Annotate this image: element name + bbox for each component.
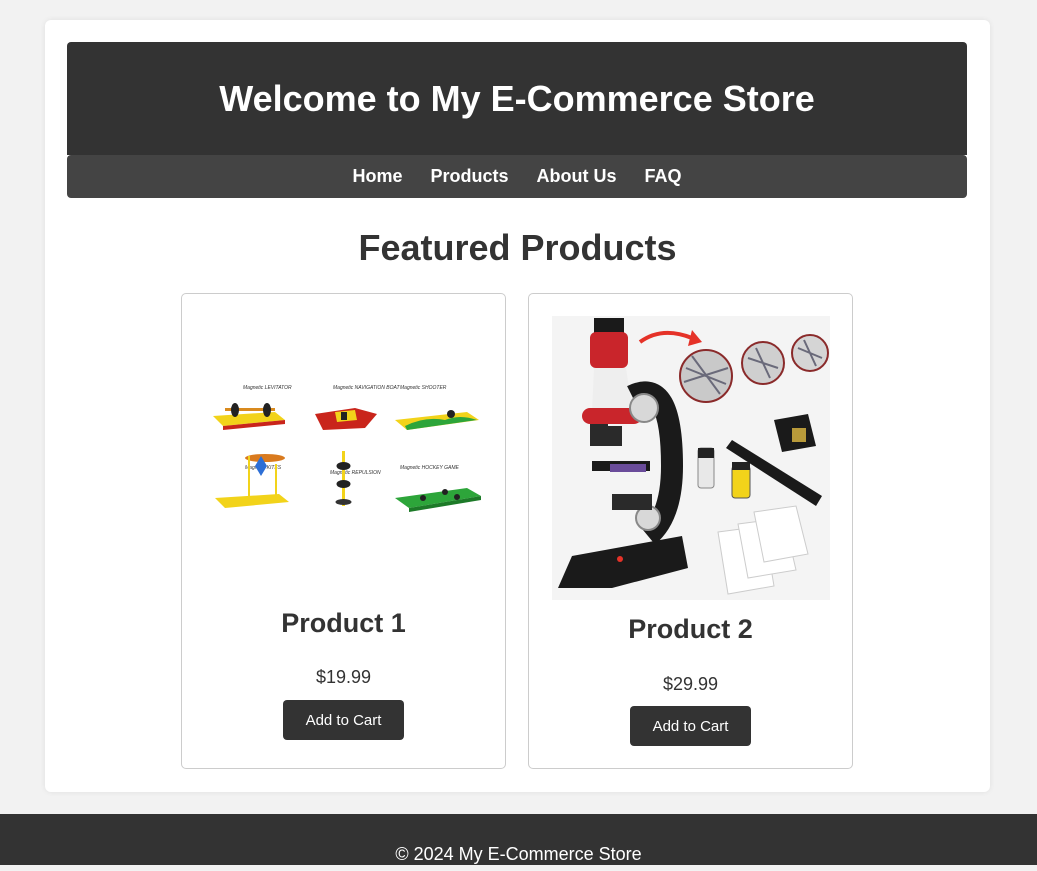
product-name: Product 1 [281,608,406,638]
product-image-microscope-kit [552,316,830,600]
page-container: Welcome to My E-Commerce Store Home Prod… [45,20,990,792]
product-card: Magnetic LEVITATOR Magnetic NAVIGATION B… [181,293,506,769]
page-bottom-strip [0,865,1037,871]
site-title: Welcome to My E-Commerce Store [219,77,815,119]
add-to-cart-button[interactable]: Add to Cart [283,700,404,740]
product-price: $29.99 [662,674,719,694]
nav-item-about-us[interactable]: About Us [537,166,617,187]
image-label: Magnetic NAVIGATION BOAT [333,385,400,391]
footer-copyright: © 2024 My E-Commerce Store [395,844,642,864]
nav-item-products[interactable]: Products [430,166,508,187]
image-label: Magnetic HOCKEY GAME [400,465,459,471]
image-label: Magnetic LEVITATOR [243,385,292,391]
site-header: Welcome to My E-Commerce Store [67,42,967,155]
product-price: $19.99 [315,667,372,687]
product-image-magnetic-toys: Magnetic LEVITATOR Magnetic NAVIGATION B… [205,316,483,600]
site-footer: © 2024 My E-Commerce Store [0,814,1037,865]
image-label: Magnetic SHOOTER [400,385,447,391]
section-title: Featured Products [358,227,677,268]
image-label: Magnetic REPULSION [330,470,381,476]
main-nav: Home Products About Us FAQ [67,155,967,198]
add-to-cart-button[interactable]: Add to Cart [630,706,751,746]
product-name: Product 2 [628,614,753,644]
nav-item-home[interactable]: Home [352,166,402,187]
product-card: Product 2 $29.99 Add to Cart [528,293,853,769]
nav-item-faq[interactable]: FAQ [645,166,682,187]
